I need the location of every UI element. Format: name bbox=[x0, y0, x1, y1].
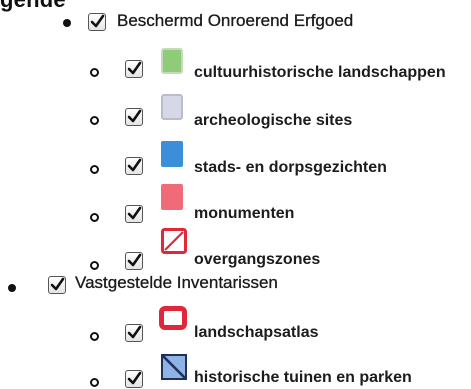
group-label: Beschermd Onroerend Erfgoed bbox=[117, 11, 354, 30]
checkbox-overgangszones[interactable] bbox=[125, 252, 143, 270]
checkmark-icon bbox=[127, 158, 142, 172]
checkbox-beschermd-onroerend-erfgoed[interactable] bbox=[88, 13, 106, 31]
swatch-red-outline-icon bbox=[159, 306, 187, 330]
group-label: Vastgestelde Inventarissen bbox=[75, 273, 278, 292]
bullet-icon bbox=[63, 19, 71, 27]
bullet-icon bbox=[90, 68, 99, 77]
swatch-blue-fill-icon bbox=[161, 141, 183, 167]
layer-label: stads- en dorpsgezichten bbox=[194, 159, 387, 176]
bullet-icon bbox=[90, 332, 99, 341]
swatch-blue-hatch-icon bbox=[161, 354, 187, 380]
layer-label: monumenten bbox=[194, 205, 295, 222]
bullet-icon bbox=[90, 378, 99, 387]
checkmark-icon bbox=[50, 277, 65, 291]
checkbox-vastgestelde-inventarissen[interactable] bbox=[48, 276, 66, 294]
legend-title: gende bbox=[0, 0, 66, 13]
swatch-grey-fill-icon bbox=[161, 94, 183, 120]
swatch-red-outline-hatch-icon bbox=[161, 228, 187, 254]
checkbox-cultuurhistorische-landschappen[interactable] bbox=[125, 60, 143, 78]
layer-label: archeologische sites bbox=[194, 112, 353, 129]
checkmark-icon bbox=[127, 109, 142, 123]
checkmark-icon bbox=[127, 206, 142, 220]
checkmark-icon bbox=[127, 61, 142, 75]
checkbox-monumenten[interactable] bbox=[125, 205, 143, 223]
checkmark-icon bbox=[90, 14, 105, 28]
layer-label: landschapsatlas bbox=[194, 324, 319, 341]
checkbox-archeologische-sites[interactable] bbox=[125, 108, 143, 126]
layer-label: cultuurhistorische landschappen bbox=[194, 64, 446, 81]
bullet-icon bbox=[90, 116, 99, 125]
checkmark-icon bbox=[127, 371, 142, 385]
layer-label: overgangszones bbox=[194, 251, 321, 268]
checkmark-icon bbox=[127, 253, 142, 267]
checkbox-stads-en-dorpsgezichten[interactable] bbox=[125, 157, 143, 175]
bullet-icon bbox=[90, 165, 99, 174]
checkbox-historische-tuinen-en-parken[interactable] bbox=[125, 370, 143, 388]
bullet-icon bbox=[8, 284, 16, 292]
layer-label: historische tuinen en parken bbox=[194, 369, 412, 386]
checkmark-icon bbox=[127, 325, 142, 339]
swatch-green-fill-icon bbox=[161, 48, 183, 74]
bullet-icon bbox=[90, 213, 99, 222]
swatch-pink-fill-icon bbox=[161, 184, 183, 210]
bullet-icon bbox=[90, 261, 99, 270]
checkbox-landschapsatlas[interactable] bbox=[125, 324, 143, 342]
